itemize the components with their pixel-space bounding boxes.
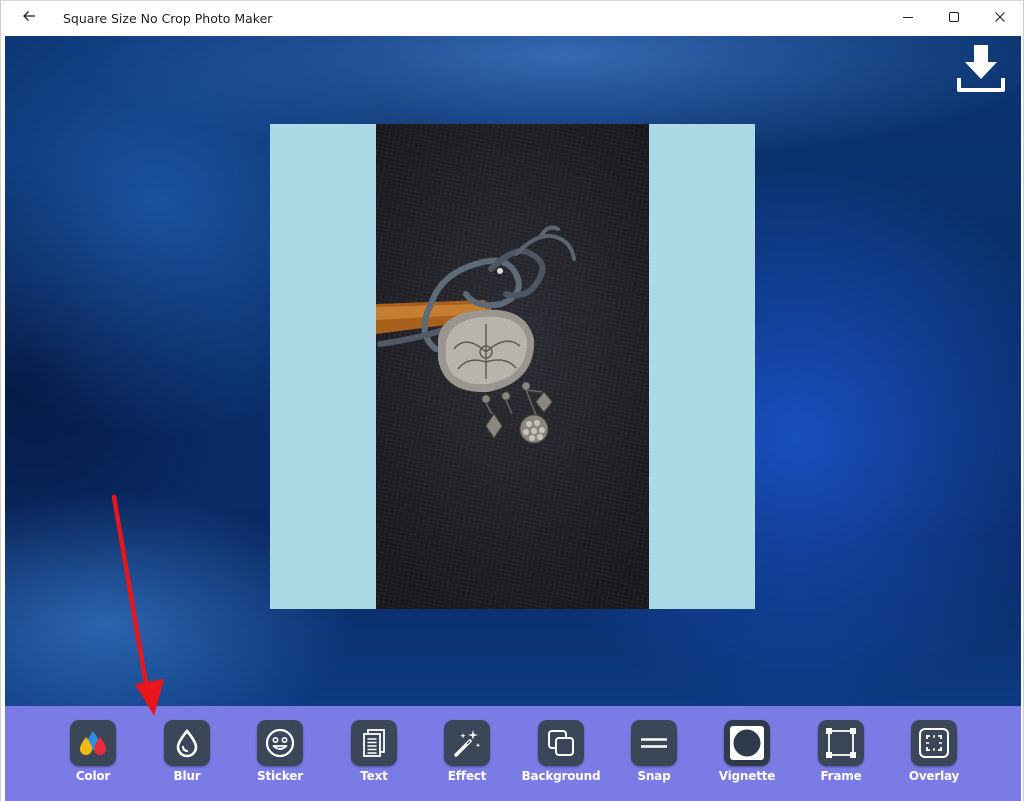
download-button[interactable]: [953, 42, 1009, 98]
tool-background[interactable]: Background: [519, 720, 603, 783]
minimize-icon: [902, 10, 914, 28]
app-window: Square Size No Crop Photo Maker Color Bl…: [0, 0, 1024, 801]
tool-label-sticker: Sticker: [257, 769, 303, 783]
tool-blur[interactable]: Blur: [145, 720, 229, 783]
snap-lines-icon: [631, 720, 677, 766]
background-layers-icon: [538, 720, 584, 766]
blur-drop-icon: [164, 720, 210, 766]
photo-image[interactable]: [376, 124, 649, 609]
color-drops-icon: [70, 720, 116, 766]
tool-label-effect: Effect: [447, 769, 487, 783]
tool-color[interactable]: Color: [51, 720, 135, 783]
back-button[interactable]: [11, 2, 47, 36]
tool-label-frame: Frame: [820, 769, 862, 783]
tool-label-snap: Snap: [637, 769, 671, 783]
close-icon: [994, 10, 1006, 28]
magic-wand-icon: [444, 720, 490, 766]
vignette-icon: [724, 720, 770, 766]
window-title: Square Size No Crop Photo Maker: [63, 11, 273, 26]
tool-label-color: Color: [75, 769, 111, 783]
tool-text[interactable]: Text: [332, 720, 416, 783]
tool-frame[interactable]: Frame: [799, 720, 883, 783]
tool-label-overlay: Overlay: [908, 769, 960, 783]
maximize-icon: [948, 10, 960, 28]
tool-label-background: Background: [521, 769, 601, 783]
frame-icon: [818, 720, 864, 766]
editor-canvas: [5, 36, 1021, 706]
download-icon: [955, 42, 1007, 99]
minimize-button[interactable]: [885, 1, 931, 36]
tool-effect[interactable]: Effect: [425, 720, 509, 783]
window-controls: [885, 1, 1023, 36]
text-document-icon: [351, 720, 397, 766]
tool-bar: Color Blur Sticker Text Effect Backgroun…: [5, 706, 1021, 801]
square-canvas[interactable]: [270, 124, 755, 609]
tool-vignette[interactable]: Vignette: [705, 720, 789, 783]
tool-overlay[interactable]: Overlay: [892, 720, 976, 783]
maximize-button[interactable]: [931, 1, 977, 36]
title-bar: Square Size No Crop Photo Maker: [1, 0, 1023, 36]
tool-label-text: Text: [360, 769, 388, 783]
tool-sticker[interactable]: Sticker: [238, 720, 322, 783]
tool-snap[interactable]: Snap: [612, 720, 696, 783]
tool-label-vignette: Vignette: [718, 769, 776, 783]
sticker-smiley-icon: [257, 720, 303, 766]
tool-label-blur: Blur: [173, 769, 201, 783]
pendant-illustration: [376, 225, 576, 444]
back-arrow-icon: [22, 9, 36, 28]
close-button[interactable]: [977, 1, 1023, 36]
overlay-icon: [911, 720, 957, 766]
